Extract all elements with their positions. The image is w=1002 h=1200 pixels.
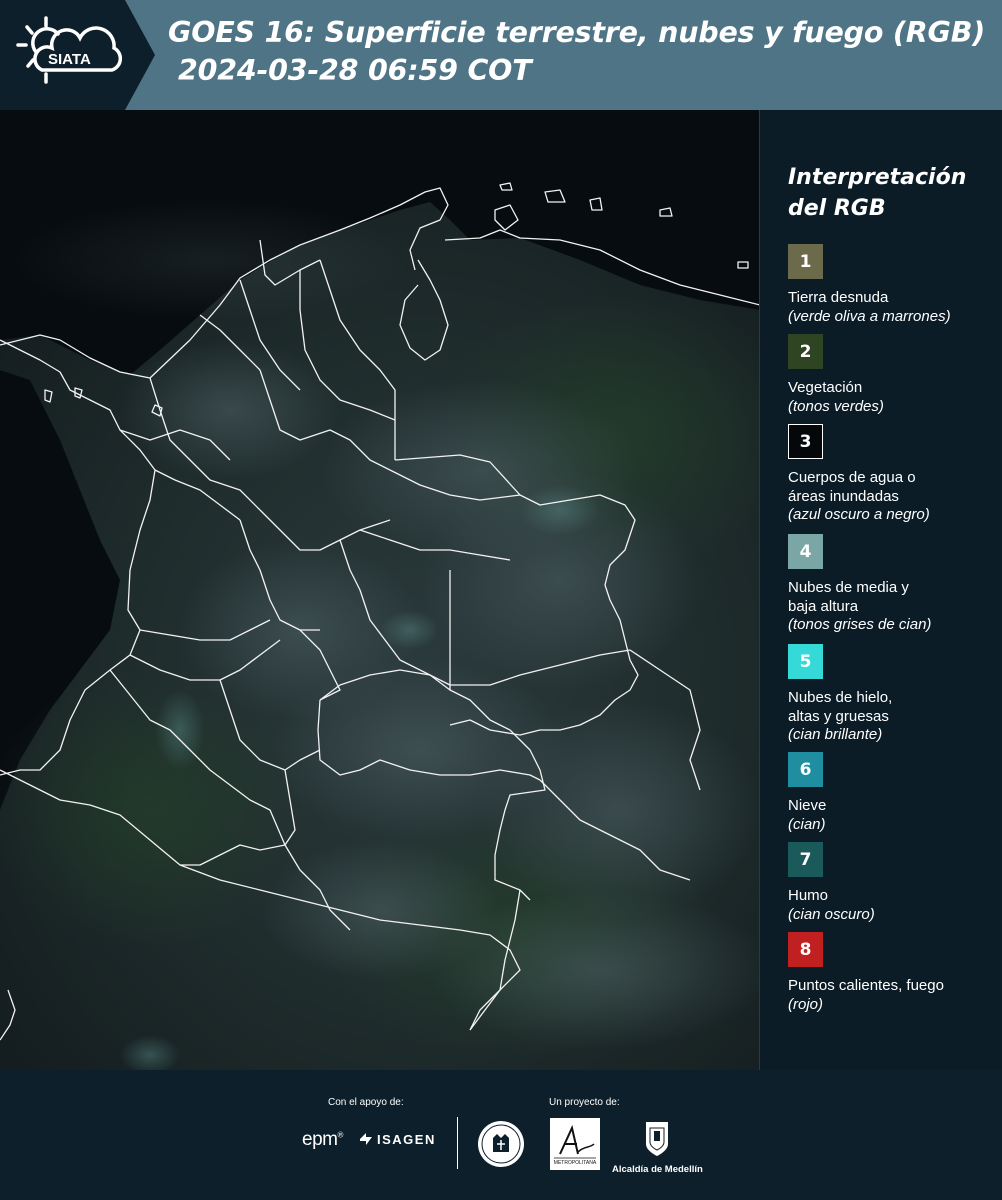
legend-item-ice-clouds: 5 Nubes de hielo, altas y gruesas (cian … xyxy=(788,644,998,745)
isagen-logo: ISAGEN xyxy=(358,1131,436,1147)
legend-panel: Interpretación del RGB 1 Tierra desnuda … xyxy=(760,110,1002,1070)
project-label: Un proyecto de: xyxy=(549,1097,620,1108)
svg-text:METROPOLITANA: METROPOLITANA xyxy=(554,1160,597,1166)
legend-swatch: 8 xyxy=(788,932,823,967)
legend-label: Tierra desnuda xyxy=(788,289,889,306)
footer-divider xyxy=(457,1117,458,1169)
legend-sub: (tonos grises de cian) xyxy=(788,616,932,633)
legend-swatch: 2 xyxy=(788,334,823,369)
siata-logo: SIATA xyxy=(16,16,123,84)
support-label: Con el apoyo de: xyxy=(328,1097,404,1108)
legend-swatch: 4 xyxy=(788,534,823,569)
university-seal-icon xyxy=(478,1121,524,1167)
legend-sub: (cian brillante) xyxy=(788,726,883,743)
header: SIATA GOES 16: Superficie terrestre, nub… xyxy=(0,0,1002,110)
legend-label: Vegetación xyxy=(788,379,863,396)
legend-sub: (azul oscuro a negro) xyxy=(788,506,930,523)
area-metropolitana-logo: METROPOLITANA xyxy=(550,1118,600,1170)
legend-sub: (rojo) xyxy=(788,995,824,1013)
legend-label: Nubes de hielo, altas y gruesas xyxy=(788,689,893,725)
legend-sub: (tonos verdes) xyxy=(788,397,884,415)
siata-logo-text: SIATA xyxy=(48,51,91,68)
title-line-2: 2024-03-28 06:59 COT xyxy=(178,54,532,87)
alcaldia-text: Alcaldía de Medellín xyxy=(612,1164,703,1175)
satellite-map xyxy=(0,110,760,1070)
legend-label: Nubes de media y baja altura xyxy=(788,579,909,615)
legend-item-mid-low-clouds: 4 Nubes de media y baja altura (tonos gr… xyxy=(788,534,998,635)
legend-swatch: 6 xyxy=(788,752,823,787)
footer: Con el apoyo de: Un proyecto de: epm® IS… xyxy=(0,1070,1002,1200)
legend-item-hot-spots: 8 Puntos calientes, fuego (rojo) xyxy=(788,932,998,1014)
legend-sub: (verde oliva a marrones) xyxy=(788,307,951,325)
coat-of-arms-icon xyxy=(646,1122,668,1156)
alcaldia-logo: Alcaldía de Medellín xyxy=(612,1118,703,1175)
legend-swatch: 7 xyxy=(788,842,823,877)
legend-label: Humo xyxy=(788,887,829,904)
legend-title: Interpretación del RGB xyxy=(788,165,967,221)
legend-item-vegetation: 2 Vegetación (tonos verdes) xyxy=(788,334,998,416)
map-canvas xyxy=(0,110,759,1070)
legend-item-water: 3 Cuerpos de agua o áreas inundadas (azu… xyxy=(788,424,998,525)
legend-item-bare-soil: 1 Tierra desnuda (verde oliva a marrones… xyxy=(788,244,998,326)
legend-label: Nieve xyxy=(788,797,827,814)
legend-swatch: 1 xyxy=(788,244,823,279)
legend-swatch: 3 xyxy=(788,424,823,459)
legend-item-smoke: 7 Humo (cian oscuro) xyxy=(788,842,998,924)
area-logo-icon: METROPOLITANA xyxy=(554,1124,597,1166)
page-title: GOES 16: Superficie terrestre, nubes y f… xyxy=(168,14,985,90)
legend-label: Cuerpos de agua o áreas inundadas xyxy=(788,469,916,505)
title-line-1: GOES 16: Superficie terrestre, nubes y f… xyxy=(168,16,986,49)
legend-label: Puntos calientes, fuego xyxy=(788,977,944,994)
legend-sub: (cian) xyxy=(788,815,826,833)
legend-swatch: 5 xyxy=(788,644,823,679)
legend-item-snow: 6 Nieve (cian) xyxy=(788,752,998,834)
isagen-icon xyxy=(360,1133,372,1145)
epm-logo: epm® xyxy=(302,1129,343,1150)
legend-sub: (cian oscuro) xyxy=(788,905,875,923)
